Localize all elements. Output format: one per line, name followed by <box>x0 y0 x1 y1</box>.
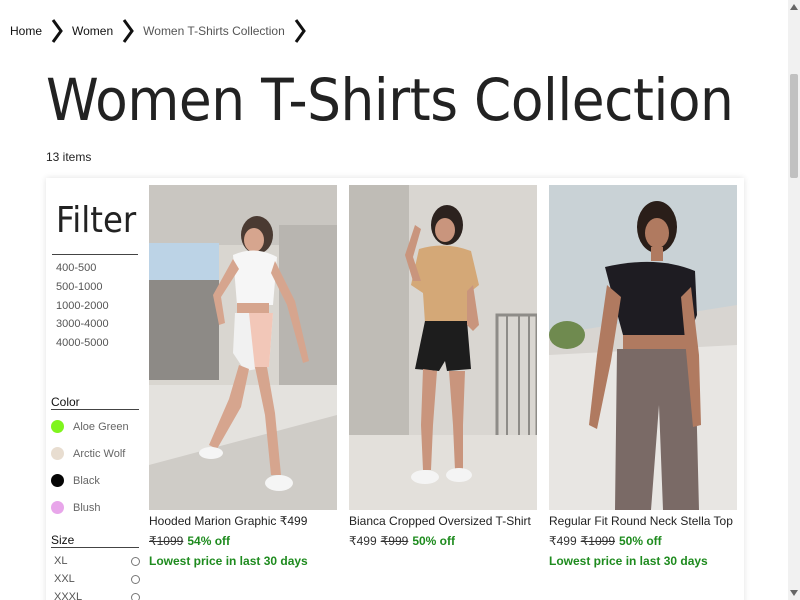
size-option-xxxl[interactable]: XXXL <box>54 591 140 600</box>
radio-button[interactable] <box>131 574 140 584</box>
product-image[interactable] <box>349 185 537 510</box>
color-option-black[interactable]: Black <box>51 474 100 487</box>
chevron-right-icon <box>121 17 135 45</box>
chevron-right-icon <box>293 17 307 45</box>
product-image[interactable] <box>149 185 337 510</box>
price-line: ₹499 ₹1099 50% off <box>549 534 662 548</box>
sale-price: ₹499 <box>549 534 577 548</box>
chevron-right-icon <box>50 17 64 45</box>
filter-title: Filter <box>56 200 137 241</box>
discount-label: 50% off <box>619 534 662 548</box>
product-name[interactable]: Bianca Cropped Oversized T-Shirt <box>349 514 531 528</box>
product-name[interactable]: Hooded Marion Graphic ₹499 <box>149 514 307 528</box>
product-name[interactable]: Regular Fit Round Neck Stella Top <box>549 514 733 528</box>
price-filter-400-500[interactable]: 400-500 <box>56 262 96 274</box>
price-filter-500-1000[interactable]: 500-1000 <box>56 281 103 293</box>
price-filter-1000-2000[interactable]: 1000-2000 <box>56 300 109 312</box>
scrollbar-thumb[interactable] <box>790 74 798 178</box>
color-option-blush[interactable]: Blush <box>51 501 101 514</box>
size-option-xl[interactable]: XL <box>54 555 140 567</box>
divider <box>51 409 139 410</box>
original-price: ₹1099 <box>149 534 184 548</box>
scroll-up-icon[interactable] <box>788 0 800 14</box>
lowest-price-note: Lowest price in last 30 days <box>149 554 308 568</box>
color-name: Arctic Wolf <box>73 447 126 460</box>
lowest-price-note: Lowest price in last 30 days <box>549 554 708 568</box>
breadcrumb-current: Women T-Shirts Collection <box>143 24 285 38</box>
discount-label: 54% off <box>187 534 231 548</box>
original-price: ₹999 <box>380 534 409 548</box>
size-label: XL <box>54 555 68 567</box>
color-name: Black <box>73 474 100 487</box>
price-filter-3000-4000[interactable]: 3000-4000 <box>56 318 109 330</box>
color-swatch <box>51 501 64 514</box>
item-count: 13 items <box>46 150 92 164</box>
price-line: ₹1099 54% off <box>149 534 230 548</box>
color-section-label: Color <box>51 395 80 409</box>
sale-price: ₹499 <box>349 534 377 548</box>
color-option-arctic-wolf[interactable]: Arctic Wolf <box>51 447 125 460</box>
product-image[interactable] <box>549 185 737 510</box>
color-swatch <box>51 474 64 487</box>
breadcrumb-home[interactable]: Home <box>10 24 42 38</box>
color-name: Aloe Green <box>73 420 129 433</box>
discount-label: 50% off <box>412 534 455 548</box>
color-option-aloe-green[interactable]: Aloe Green <box>51 420 129 433</box>
original-price: ₹1099 <box>580 534 615 548</box>
divider <box>51 547 139 548</box>
radio-button[interactable] <box>131 556 140 566</box>
page-title: Women T-Shirts Collection <box>46 66 734 134</box>
size-label: XXXL <box>54 591 83 600</box>
product-card[interactable]: Regular Fit Round Neck Stella Top ₹499 ₹… <box>546 180 742 600</box>
scroll-down-icon[interactable] <box>788 586 800 600</box>
price-filter-4000-5000[interactable]: 4000-5000 <box>56 337 109 349</box>
color-swatch <box>51 447 64 460</box>
product-card[interactable]: Hooded Marion Graphic ₹499 ₹1099 54% off… <box>146 180 342 600</box>
size-label: XXL <box>54 573 75 585</box>
size-option-xxl[interactable]: XXL <box>54 573 140 585</box>
breadcrumb: Home Women Women T-Shirts Collection <box>10 17 315 45</box>
breadcrumb-women[interactable]: Women <box>72 24 113 38</box>
filter-sidebar: Filter 400-500 500-1000 1000-2000 3000-4… <box>46 178 142 600</box>
size-section-label: Size <box>51 533 75 547</box>
vertical-scrollbar[interactable] <box>788 0 800 600</box>
color-name: Blush <box>73 501 101 514</box>
color-swatch <box>51 420 64 433</box>
product-card[interactable]: Bianca Cropped Oversized T-Shirt ₹499 ₹9… <box>346 180 542 600</box>
divider <box>52 254 138 255</box>
price-line: ₹499 ₹999 50% off <box>349 534 455 548</box>
radio-button[interactable] <box>131 592 140 600</box>
